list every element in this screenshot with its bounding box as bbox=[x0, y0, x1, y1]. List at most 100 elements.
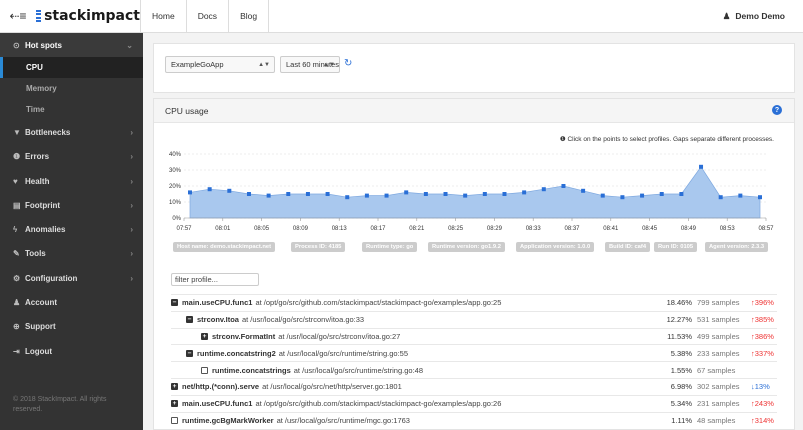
sidebar-item-label: Hot spots bbox=[25, 40, 62, 50]
function-name: runtime.concatstrings bbox=[212, 365, 291, 375]
data-point[interactable] bbox=[718, 195, 723, 200]
sidebar-subitem-cpu[interactable]: CPU bbox=[0, 57, 143, 79]
info-tag: Runtime version: go1.9.2 bbox=[428, 242, 505, 252]
profile-row[interactable]: runtime.gcBgMarkWorker at /usr/local/go/s… bbox=[171, 411, 777, 429]
info-tag: Runtime type: go bbox=[362, 242, 418, 252]
sidebar-item-footprint[interactable]: ▤ Footprint › bbox=[0, 193, 143, 217]
data-point[interactable] bbox=[659, 192, 664, 196]
data-point[interactable] bbox=[561, 184, 566, 188]
help-icon[interactable]: ? bbox=[772, 105, 782, 115]
sidebar-item-label: Errors bbox=[25, 152, 50, 162]
info-tag: Application version: 1.0.0 bbox=[516, 242, 595, 252]
data-point[interactable] bbox=[600, 193, 605, 198]
profile-row[interactable]: − runtime.concatstring2 at /usr/local/go/s… bbox=[171, 344, 777, 362]
function-name: strconv.Itoa bbox=[197, 315, 239, 325]
data-point[interactable] bbox=[443, 192, 448, 196]
data-point[interactable] bbox=[404, 190, 409, 195]
sidebar-item-support[interactable]: ⊕ Support bbox=[0, 315, 143, 339]
x-tick-label: 08:09 bbox=[293, 226, 309, 232]
sidebar-item-icon: ⊙ bbox=[13, 40, 20, 50]
filter-input[interactable]: filter profile... bbox=[171, 273, 259, 286]
data-point[interactable] bbox=[699, 164, 704, 169]
user-menu[interactable]: ♟ Demo Demo bbox=[723, 11, 785, 22]
data-point[interactable] bbox=[364, 193, 369, 198]
data-point[interactable] bbox=[463, 193, 468, 198]
menu-toggle-icon[interactable]: ⇠≡ bbox=[0, 0, 36, 33]
panel-title: CPU usage bbox=[165, 105, 209, 116]
info-tag: Process ID: 4185 bbox=[291, 242, 346, 252]
sidebar-item-tools[interactable]: ✎ Tools › bbox=[0, 242, 143, 266]
expand-icon[interactable]: + bbox=[201, 332, 208, 340]
change-badge: ↑385% bbox=[751, 315, 774, 325]
profile-row[interactable]: + strconv.FormatInt at /usr/local/go/src/s… bbox=[171, 327, 777, 345]
data-point[interactable] bbox=[738, 193, 743, 198]
range-select[interactable]: Last 60 minutes ▲▼ bbox=[280, 56, 340, 73]
leaf-icon[interactable] bbox=[201, 366, 208, 374]
profile-row[interactable]: runtime.concatstrings at /usr/local/go/sr… bbox=[171, 361, 777, 378]
data-point[interactable] bbox=[384, 193, 389, 198]
data-point[interactable] bbox=[640, 193, 645, 198]
collapse-icon[interactable]: − bbox=[186, 316, 193, 324]
profile-row[interactable]: + net/http.(*conn).serve at /usr/local/go/… bbox=[171, 378, 777, 395]
logo-text: stackimpact bbox=[44, 8, 140, 24]
sidebar-subitem-time[interactable]: Time bbox=[0, 99, 143, 120]
collapse-icon[interactable]: − bbox=[186, 349, 193, 357]
sidebar-item-configuration[interactable]: ⚙ Configuration › bbox=[0, 266, 143, 290]
collapse-icon[interactable]: − bbox=[171, 299, 178, 307]
data-point[interactable] bbox=[502, 192, 507, 196]
sidebar-item-anomalies[interactable]: ϟ Anomalies › bbox=[0, 217, 143, 241]
cpu-usage-panel: CPU usage ? ❶ Click on the points to sel… bbox=[153, 98, 795, 430]
chevron-down-icon: ⌄ bbox=[126, 40, 133, 50]
nav-blog[interactable]: Blog bbox=[229, 0, 270, 33]
data-point[interactable] bbox=[227, 188, 232, 193]
logo[interactable]: stackimpact bbox=[36, 0, 140, 33]
data-point[interactable] bbox=[266, 193, 271, 198]
x-tick-label: 08:25 bbox=[448, 226, 464, 232]
data-point[interactable] bbox=[482, 192, 487, 196]
y-tick-label: 20% bbox=[169, 184, 182, 190]
sidebar-item-label: Bottlenecks bbox=[25, 127, 71, 137]
sidebar-item-account[interactable]: ♟ Account bbox=[0, 290, 143, 314]
y-tick-label: 10% bbox=[169, 200, 182, 206]
sidebar-item-hot-spots[interactable]: ⊙ Hot spots ⌄ bbox=[0, 33, 143, 58]
data-point[interactable] bbox=[758, 195, 762, 200]
nav-home[interactable]: Home bbox=[141, 0, 187, 33]
percent-value: 12.27% bbox=[666, 315, 692, 325]
sidebar-item-logout[interactable]: ⇥ Logout bbox=[0, 339, 143, 363]
sidebar-item-bottlenecks[interactable]: ▼ Bottlenecks › bbox=[0, 120, 143, 144]
data-point[interactable] bbox=[286, 192, 291, 196]
data-point[interactable] bbox=[679, 192, 684, 196]
data-point[interactable] bbox=[207, 187, 212, 192]
app-select[interactable]: ExampleGoApp ▲▼ bbox=[165, 56, 275, 73]
profile-row[interactable]: − strconv.Itoa at /usr/local/go/src/strcon… bbox=[171, 310, 777, 328]
user-icon: ♟ bbox=[722, 10, 731, 21]
data-point[interactable] bbox=[522, 190, 527, 195]
expand-icon[interactable]: + bbox=[171, 383, 178, 391]
sidebar-subitem-memory[interactable]: Memory bbox=[0, 78, 143, 99]
data-point[interactable] bbox=[423, 192, 428, 196]
data-point[interactable] bbox=[246, 192, 251, 196]
nav-docs[interactable]: Docs bbox=[187, 0, 230, 33]
expand-icon[interactable]: + bbox=[171, 400, 178, 408]
sidebar-item-health[interactable]: ♥ Health › bbox=[0, 169, 143, 193]
sidebar-item-icon: ϟ bbox=[13, 225, 18, 235]
data-point[interactable] bbox=[541, 187, 546, 192]
chevron-right-icon: › bbox=[130, 225, 133, 235]
change-badge: ↑386% bbox=[751, 331, 774, 341]
refresh-icon[interactable]: ↻ bbox=[344, 58, 352, 69]
data-point[interactable] bbox=[620, 195, 625, 200]
data-point[interactable] bbox=[325, 192, 330, 196]
data-point[interactable] bbox=[188, 190, 192, 195]
sidebar-item-errors[interactable]: ❶ Errors › bbox=[0, 145, 143, 169]
leaf-icon[interactable] bbox=[171, 416, 178, 424]
cpu-chart[interactable]: 0% 10% 20% 30% 40% 07:57 08:01 08:05 08:09 08:13 0… bbox=[154, 144, 794, 239]
x-tick-label: 08:05 bbox=[254, 226, 270, 232]
function-location: at /opt/go/src/github.com/stackimpact/st… bbox=[255, 298, 502, 308]
data-point[interactable] bbox=[581, 188, 586, 193]
data-point[interactable] bbox=[305, 192, 310, 196]
profile-row[interactable]: − main.useCPU.func1 at /opt/go/src/github.… bbox=[171, 294, 777, 311]
data-point[interactable] bbox=[345, 195, 350, 200]
profile-row[interactable]: + main.useCPU.func1 at /opt/go/src/github.… bbox=[171, 394, 777, 412]
function-name: runtime.gcBgMarkWorker bbox=[182, 415, 274, 425]
x-tick-label: 08:13 bbox=[332, 226, 348, 232]
